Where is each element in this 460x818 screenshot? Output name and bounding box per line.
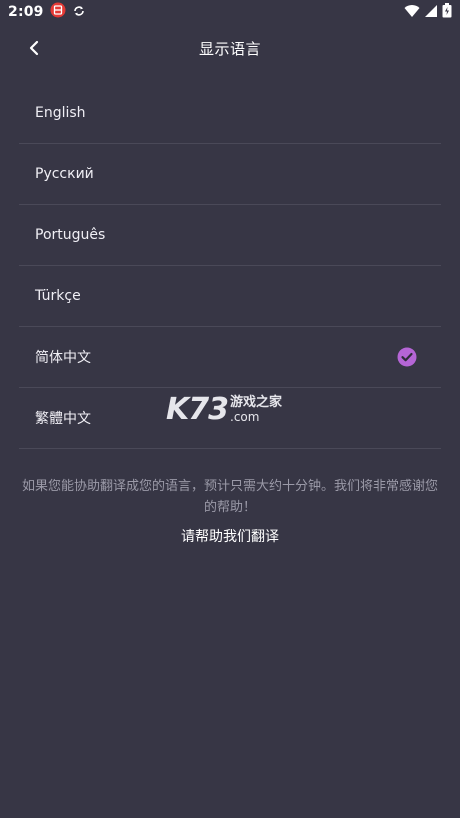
language-item-portuguese[interactable]: Português: [19, 205, 441, 266]
language-item-simplified-chinese[interactable]: 简体中文: [19, 327, 441, 388]
app-bar: 显示语言: [0, 24, 460, 76]
battery-icon: [442, 2, 452, 22]
help-description: 如果您能协助翻译成您的语言，预计只需大约十分钟。我们将非常感谢您的帮助！: [22, 479, 439, 515]
language-label: 简体中文: [35, 350, 91, 366]
check-circle-icon: [397, 347, 417, 367]
language-label: Türkçe: [35, 288, 81, 304]
watermark-line1: 游戏之家: [230, 394, 283, 410]
language-label: Português: [35, 227, 106, 243]
watermark-text: 游戏之家 .com: [230, 394, 283, 424]
language-label: 繁體中文: [35, 411, 91, 427]
language-label: English: [35, 105, 86, 121]
status-left: 2:09: [8, 2, 86, 22]
help-translate-link[interactable]: 请帮助我们翻译: [0, 526, 460, 546]
language-label: Русский: [35, 166, 94, 182]
language-item-english[interactable]: English: [19, 83, 441, 144]
sync-icon: [72, 3, 86, 22]
wifi-icon: [404, 3, 420, 22]
cellular-signal-icon: [424, 3, 438, 22]
language-item-turkish[interactable]: Türkçe: [19, 266, 441, 327]
status-bar: 2:09: [0, 0, 460, 24]
page-title: 显示语言: [198, 40, 261, 58]
status-right: [404, 2, 452, 22]
watermark-line2: .com: [230, 409, 260, 424]
watermark-logo: K73 游戏之家 .com: [166, 392, 282, 427]
status-time: 2:09: [8, 4, 44, 20]
watermark-mark: K73: [166, 392, 229, 427]
notification-app-icon: [50, 2, 66, 22]
language-item-russian[interactable]: Русский: [19, 144, 441, 205]
